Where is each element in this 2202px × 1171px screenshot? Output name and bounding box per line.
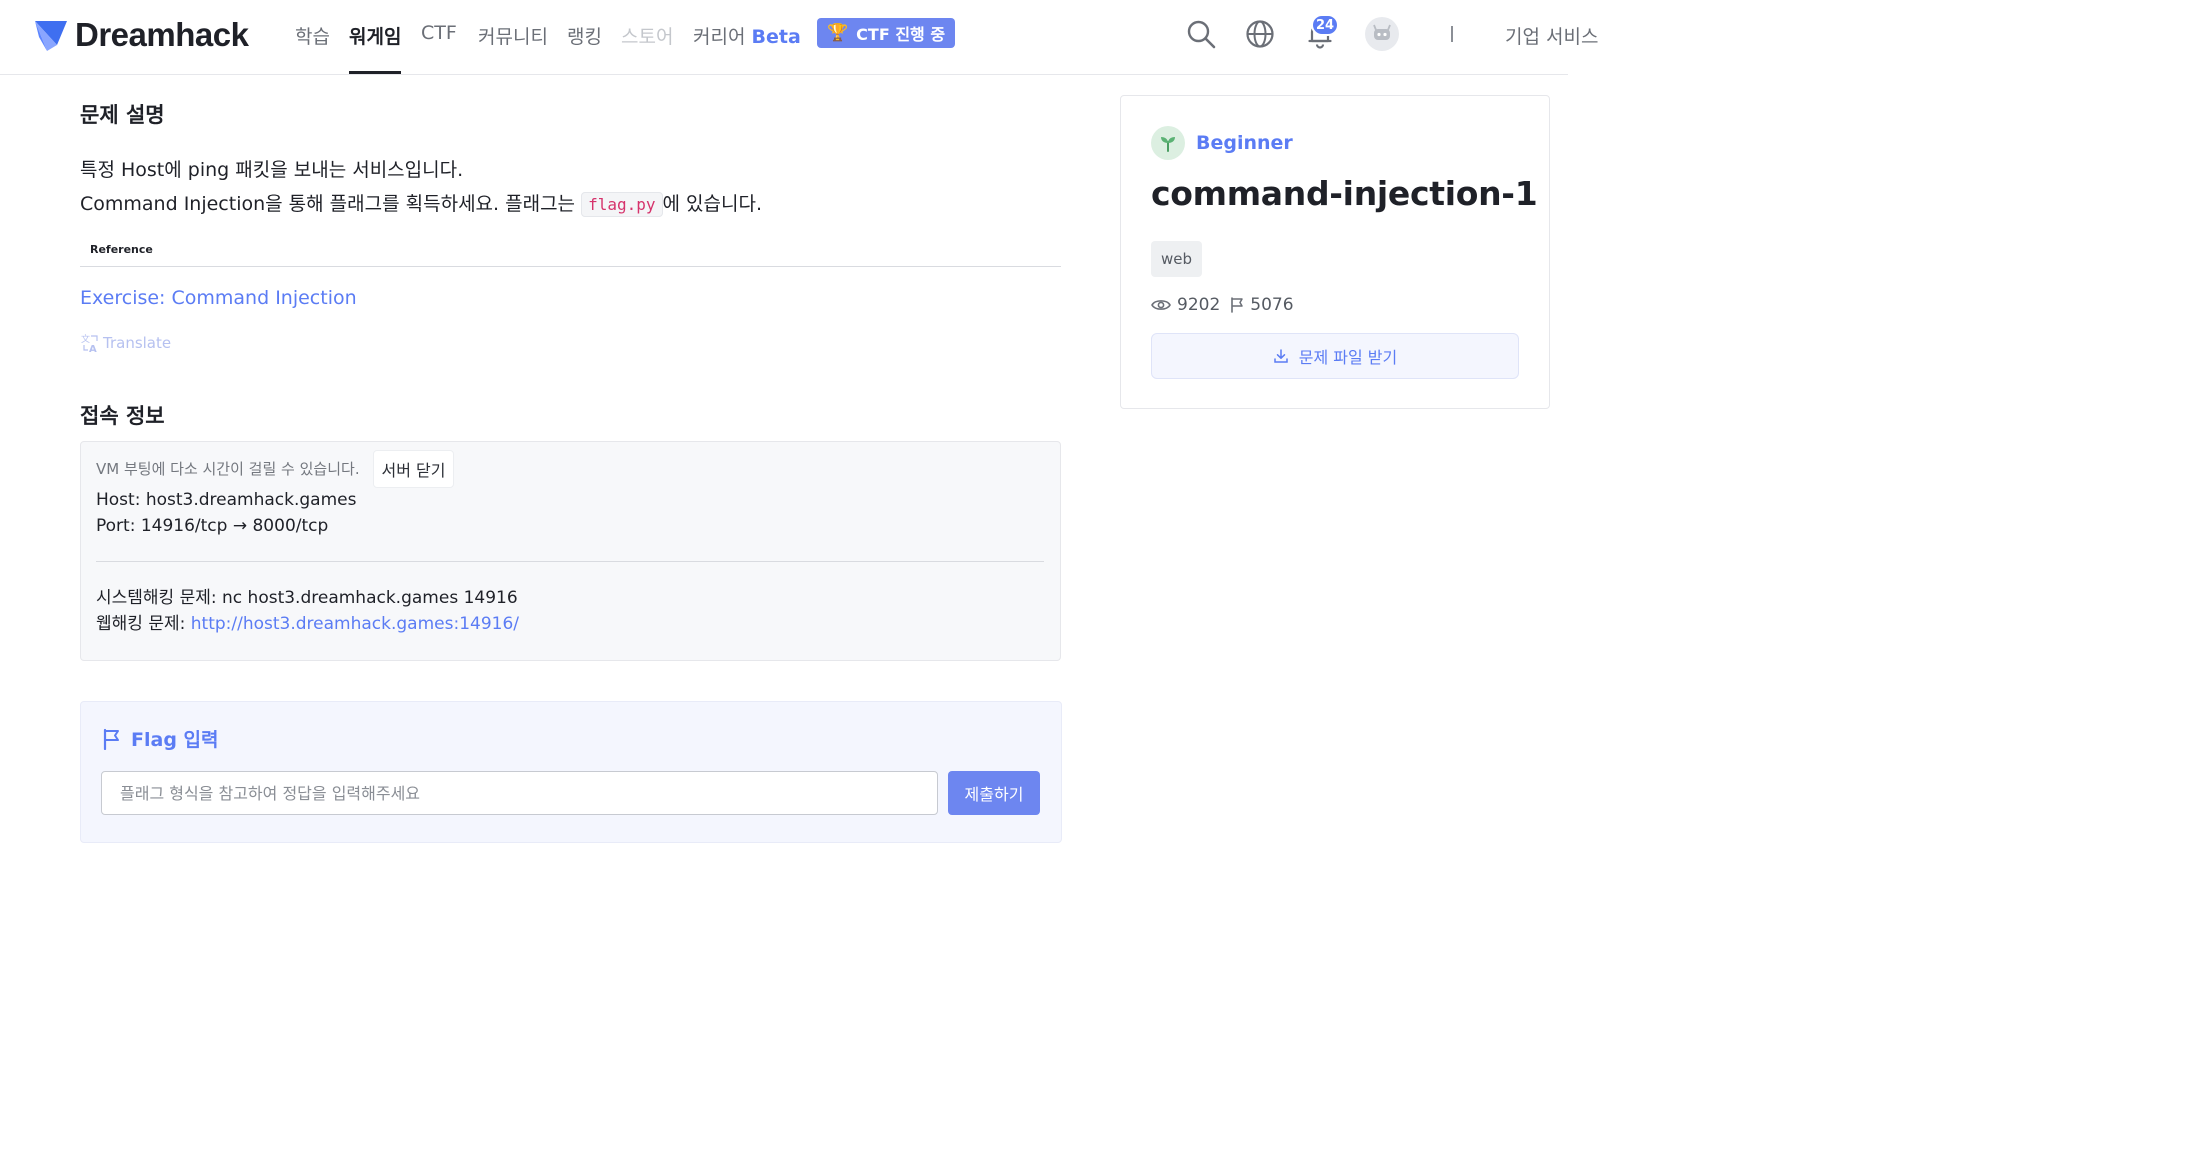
flag-submit-panel: Flag 입력 제출하기 [80, 701, 1062, 843]
brand-name: Dreamhack [75, 16, 249, 53]
flag-file-code: flag.py [581, 192, 663, 217]
globe-icon [1246, 20, 1274, 48]
nav-item-wargame[interactable]: 워게임 [349, 22, 401, 49]
trophy-icon: 🏆 [827, 23, 849, 43]
description-line-1: 특정 Host에 ping 패킷을 보내는 서비스입니다. [80, 159, 464, 181]
flag-solves-icon [1231, 297, 1244, 313]
language-button[interactable] [1244, 18, 1276, 50]
nav-item-ranking[interactable]: 랭킹 [567, 22, 602, 49]
robot-avatar-icon [1373, 24, 1391, 40]
reference-link[interactable]: Exercise: Command Injection [80, 287, 357, 309]
search-icon [1187, 20, 1216, 49]
ctf-in-progress-button[interactable]: 🏆 CTF 진행 중 [817, 18, 956, 48]
description-line-2: Command Injection을 통해 플래그를 획득하세요. 플래그는 f… [80, 189, 762, 217]
view-count: 9202 [1177, 295, 1221, 315]
solve-count: 5076 [1250, 295, 1294, 315]
svg-text:A: A [89, 344, 97, 353]
web-hacking-info: 웹해킹 문제: http://host3.dreamhack.games:149… [96, 609, 519, 634]
translate-button[interactable]: 文 A Translate [80, 333, 171, 353]
flag-input[interactable] [101, 771, 938, 815]
nav-item-community[interactable]: 커뮤니티 [478, 22, 548, 49]
description-line-2-prefix: Command Injection을 통해 플래그를 획득하세요. 플래그는 [80, 193, 576, 215]
download-challenge-files-button[interactable]: 문제 파일 받기 [1151, 333, 1519, 379]
host-info: Host: host3.dreamhack.games [96, 490, 357, 510]
nav-item-ctf[interactable]: CTF [421, 22, 457, 44]
translate-label: Translate [103, 334, 172, 352]
career-label: 커리어 [693, 26, 746, 48]
web-hacking-label: 웹해킹 문제: [96, 614, 186, 634]
top-navigation: Dreamhack 학습 워게임 CTF 커뮤니티 랭킹 스토어 커리어 Bet… [0, 0, 1598, 75]
nav-item-store[interactable]: 스토어 [621, 22, 673, 49]
challenge-title: command-injection-1 [1151, 174, 1538, 213]
reference-divider [80, 266, 1061, 267]
challenge-stats: 9202 5076 [1151, 295, 1294, 315]
dreamhack-logo-icon [35, 21, 67, 51]
reference-label: Reference [90, 243, 153, 256]
dreamhack-logo[interactable]: Dreamhack [33, 16, 249, 54]
difficulty-level: Beginner [1151, 126, 1293, 160]
search-button[interactable] [1185, 18, 1217, 50]
nav-item-learn[interactable]: 학습 [295, 22, 330, 49]
category-tag[interactable]: web [1151, 241, 1203, 277]
close-server-button[interactable]: 서버 닫기 [373, 450, 454, 488]
active-tab-underline [349, 71, 401, 74]
notification-count-badge: 24 [1311, 14, 1340, 36]
download-button-label: 문제 파일 받기 [1298, 348, 1398, 367]
description-title: 문제 설명 [80, 103, 165, 127]
eye-icon [1151, 300, 1171, 310]
flag-icon [103, 728, 119, 750]
flag-panel-title: Flag 입력 [102, 725, 219, 752]
user-avatar[interactable] [1365, 17, 1399, 51]
flag-panel-title-text: Flag 입력 [131, 729, 219, 751]
nav-item-career[interactable]: 커리어 Beta [693, 22, 801, 49]
translate-icon: 文 A [81, 333, 98, 353]
connection-divider [96, 561, 1044, 562]
difficulty-label: Beginner [1196, 132, 1293, 154]
company-service-link[interactable]: 기업 서비스 [1505, 22, 1598, 49]
system-hacking-command: 시스템해킹 문제: nc host3.dreamhack.games 14916 [96, 588, 518, 608]
description-line-2-suffix: 에 있습니다. [662, 193, 762, 215]
connection-info-panel: VM 부팅에 다소 시간이 걸릴 수 있습니다. 서버 닫기 Host: hos… [80, 441, 1061, 661]
web-hacking-url-link[interactable]: http://host3.dreamhack.games:14916/ [191, 614, 519, 634]
download-icon [1274, 349, 1288, 363]
nav-divider [1451, 26, 1453, 42]
ctf-badge-label: CTF 진행 중 [856, 25, 946, 44]
sprout-icon [1151, 126, 1185, 160]
vm-boot-note: VM 부팅에 다소 시간이 걸릴 수 있습니다. [96, 460, 360, 478]
beta-label: Beta [751, 26, 801, 48]
port-info: Port: 14916/tcp → 8000/tcp [96, 516, 329, 536]
challenge-info-card: Beginner command-injection-1 web 9202 50… [1120, 95, 1550, 409]
submit-flag-button[interactable]: 제출하기 [948, 771, 1040, 815]
connection-title: 접속 정보 [80, 404, 165, 428]
